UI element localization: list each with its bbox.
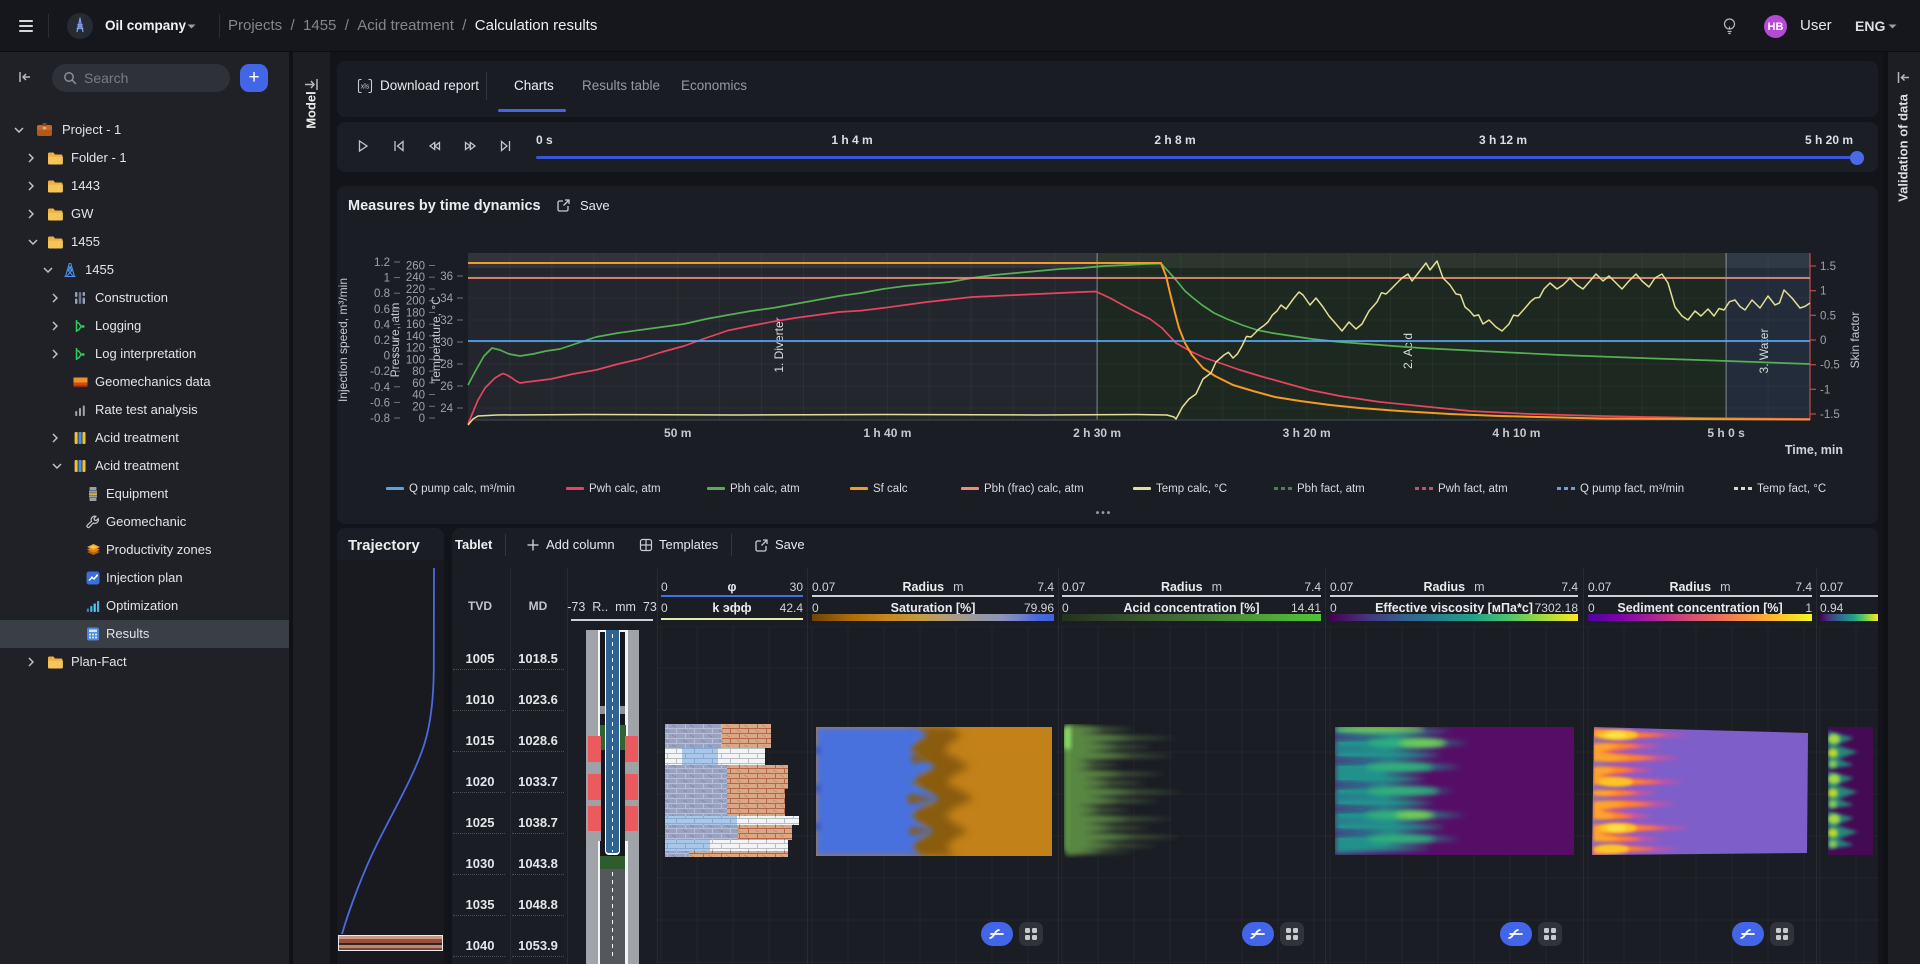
- svg-text:Pressure, atm: Pressure, atm: [388, 303, 402, 378]
- svg-text:xls: xls: [361, 84, 370, 91]
- svg-text:0.5: 0.5: [1820, 310, 1836, 322]
- svg-text:Temperature, °C: Temperature, °C: [429, 296, 443, 384]
- svg-text:1 h 40 m: 1 h 40 m: [863, 426, 911, 440]
- svg-text:220: 220: [406, 284, 425, 296]
- svg-text:24: 24: [440, 403, 453, 415]
- svg-text:1.2: 1.2: [374, 257, 390, 269]
- svg-text:-0.4: -0.4: [370, 382, 390, 394]
- svg-text:160: 160: [406, 319, 425, 331]
- svg-text:4 h 10 m: 4 h 10 m: [1492, 426, 1540, 440]
- svg-text:Time, min: Time, min: [1785, 443, 1843, 457]
- svg-text:-0.5: -0.5: [1820, 360, 1840, 372]
- svg-text:200: 200: [406, 296, 425, 308]
- svg-text:260: 260: [406, 261, 425, 273]
- svg-text:2 h 30 m: 2 h 30 m: [1073, 426, 1121, 440]
- svg-text:5 h 0 s: 5 h 0 s: [1707, 426, 1745, 440]
- svg-text:1: 1: [1820, 286, 1826, 298]
- svg-text:3. Water: 3. Water: [1757, 329, 1771, 374]
- svg-text:0.8: 0.8: [374, 288, 390, 300]
- svg-text:100: 100: [406, 354, 425, 366]
- svg-text:180: 180: [406, 307, 425, 319]
- svg-text:60: 60: [412, 378, 425, 390]
- svg-text:-1.5: -1.5: [1820, 409, 1840, 421]
- svg-text:50 m: 50 m: [664, 426, 691, 440]
- svg-text:20: 20: [412, 401, 425, 413]
- svg-text:80: 80: [412, 366, 425, 378]
- svg-text:-0.6: -0.6: [370, 397, 390, 409]
- svg-text:1: 1: [384, 273, 390, 285]
- svg-text:1.5: 1.5: [1820, 261, 1836, 273]
- svg-text:240: 240: [406, 272, 425, 284]
- svg-text:Skin factor: Skin factor: [1848, 312, 1862, 369]
- svg-text:3 h 20 m: 3 h 20 m: [1283, 426, 1331, 440]
- svg-text:-1: -1: [1820, 384, 1830, 396]
- svg-text:0: 0: [419, 413, 425, 425]
- svg-text:0: 0: [1820, 335, 1826, 347]
- svg-text:1. Diverter: 1. Diverter: [772, 317, 786, 372]
- svg-text:36: 36: [440, 271, 453, 283]
- svg-text:140: 140: [406, 331, 425, 343]
- svg-text:2. Acid: 2. Acid: [1401, 333, 1415, 369]
- svg-text:120: 120: [406, 343, 425, 355]
- svg-text:-0.8: -0.8: [370, 413, 390, 425]
- svg-text:Injection speed, m³/min: Injection speed, m³/min: [337, 278, 350, 402]
- svg-text:40: 40: [412, 390, 425, 402]
